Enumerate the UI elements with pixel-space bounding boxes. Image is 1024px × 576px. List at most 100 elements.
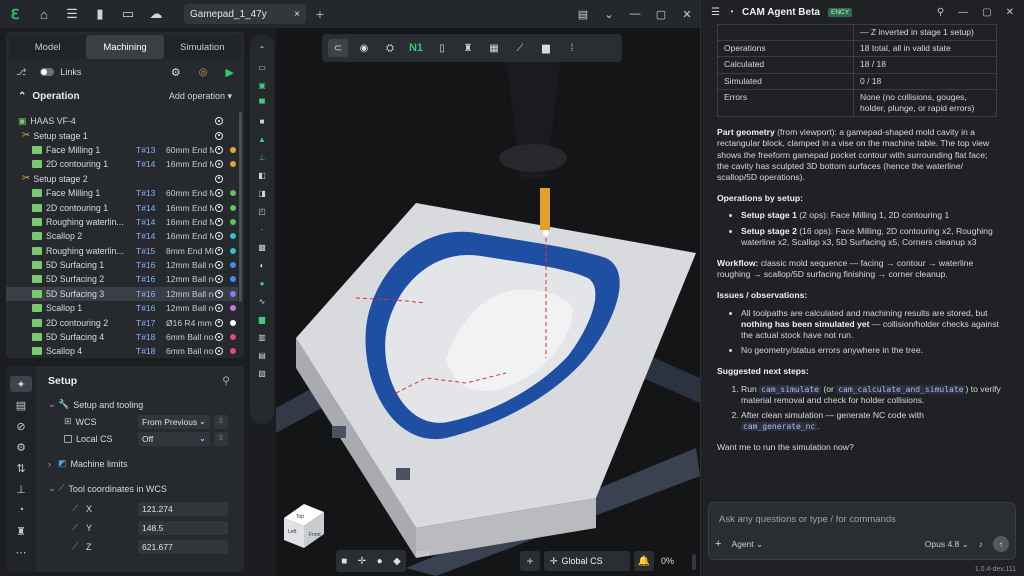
play-icon[interactable]: ▶ [226, 66, 234, 79]
wcs-select[interactable]: From Previous ⌄ [138, 414, 210, 429]
visibility-icon[interactable] [215, 160, 223, 169]
machine-limits-group[interactable]: › ◩ Machine limits [42, 455, 244, 472]
toolpath-icon[interactable]: ◉ [354, 39, 374, 57]
local-cs-checkbox[interactable] [64, 434, 72, 443]
tool-library-icon[interactable]: ♜ [458, 39, 478, 57]
3d-viewport[interactable]: Top Front Left G54 ⊂ ◉ ⛭ N1 ▯ ♜ ▦ ⟋ ▆ ⁞ … [276, 28, 700, 576]
part-icon[interactable]: ■ [254, 114, 270, 128]
minimize-icon[interactable]: — [958, 7, 968, 18]
local-cs-pick-button[interactable]: ⁞⁞ [214, 431, 228, 446]
cloud-icon[interactable]: ☁ [142, 0, 170, 28]
face-mill-icon[interactable]: ▀ [254, 96, 270, 110]
table-row[interactable]: 2D contouring 1 T#14 16mm End Mill [6, 200, 238, 214]
feeds-icon[interactable]: ⇅ [10, 460, 32, 476]
fixture-icon[interactable]: ▲ [254, 132, 270, 146]
menu-icon[interactable]: ☰ [58, 0, 86, 28]
report-icon[interactable]: ▧ [254, 366, 270, 380]
book-icon[interactable]: ▥ [254, 330, 270, 344]
attach-icon[interactable]: + [715, 538, 721, 550]
visibility-icon[interactable] [215, 347, 223, 356]
visibility-icon[interactable] [215, 145, 223, 154]
wave-icon[interactable]: ∿ [254, 294, 270, 308]
grid-icon[interactable]: ⁞ [562, 39, 582, 57]
machine-row[interactable]: ▣ HAAS VF-4 [6, 114, 238, 128]
tree-scrollbar[interactable] [239, 112, 242, 302]
report-icon[interactable]: ▦ [484, 39, 504, 57]
notifications-icon[interactable]: 🔔 [634, 551, 654, 571]
setup-icon[interactable]: ✦ [10, 376, 32, 392]
circle-tool-icon[interactable]: ● [254, 276, 270, 290]
history-icon[interactable]: ◔ [728, 7, 734, 18]
history-icon[interactable]: ◔ [10, 502, 32, 518]
close-icon[interactable]: ✕ [674, 8, 700, 21]
table-row[interactable]: Scallop 2 T#14 16mm End Mill [6, 229, 238, 243]
wcs-pick-button[interactable]: ⁞⁞ [214, 414, 228, 429]
add-operation-button[interactable]: Add operation ▾ [169, 91, 232, 102]
select-icon[interactable]: ⊂ [328, 39, 348, 57]
close-icon[interactable]: ✕ [1006, 7, 1014, 18]
visibility-icon[interactable] [215, 217, 223, 226]
table-row[interactable]: Scallop 4 T#18 6mm Ball nose [6, 344, 238, 358]
visibility-icon[interactable] [215, 304, 223, 313]
model-select[interactable]: Opus 4.8 ⌄ [925, 539, 969, 550]
visibility-icon[interactable] [215, 333, 223, 342]
add-cs-button[interactable]: + [520, 551, 540, 571]
visibility-icon[interactable] [215, 117, 223, 126]
chevron-up-icon[interactable]: ⌃ [254, 42, 270, 56]
table-row[interactable]: 5D Surfacing 4 T#18 6mm Ball nose [6, 330, 238, 344]
table-row[interactable]: Face Milling 1 T#13 60mm End Mill [6, 143, 238, 157]
setup-tool-icon[interactable]: ▣ [254, 78, 270, 92]
layer-icon[interactable]: ▤ [254, 348, 270, 362]
stock-tool-icon[interactable]: ▭ [254, 60, 270, 74]
sphere-icon[interactable]: ● [377, 556, 383, 567]
table-row[interactable]: 5D Surfacing 2 T#16 12mm Ball nose [6, 272, 238, 286]
gear-icon[interactable]: ⚙ [171, 66, 181, 79]
pocket-icon[interactable]: ◧ [254, 168, 270, 182]
visibility-icon[interactable] [215, 189, 223, 198]
search-icon[interactable]: ⚲ [222, 375, 230, 387]
axes-icon[interactable]: ✛ [358, 556, 366, 567]
collapse-icon[interactable]: ⌃ [18, 91, 26, 102]
hole-icon[interactable]: ◨ [254, 186, 270, 200]
stock-icon[interactable]: ▤ [10, 397, 32, 413]
target-icon[interactable]: ◎ [199, 67, 208, 78]
maximize-icon[interactable]: ▢ [982, 7, 991, 18]
table-row[interactable]: 5D Surfacing 1 T#16 12mm Ball nose [6, 258, 238, 272]
microphone-icon[interactable]: ♪ [979, 539, 983, 549]
mode-select[interactable]: Agent ⌄ [731, 539, 763, 550]
table-row[interactable]: 2D contouring 1 T#14 16mm End Mill [6, 157, 238, 171]
machine-view-icon[interactable]: ⛭ [380, 39, 400, 57]
tool-icon[interactable]: ⊘ [10, 418, 32, 434]
pattern-icon[interactable]: ▩ [254, 240, 270, 254]
setup-stage-row[interactable]: ✂ Setup stage 2 [6, 172, 238, 186]
table-row[interactable]: Roughing waterlin... T#15 8mm End Mill [6, 244, 238, 258]
new-file-icon[interactable]: ▮ [86, 0, 114, 28]
turning-icon[interactable]: ◐ [254, 258, 270, 272]
drill-icon[interactable]: ⊥ [254, 150, 270, 164]
tool-coords-group[interactable]: ⌄ ⟋ Tool coordinates in WCS [42, 480, 244, 497]
table-row[interactable]: Face Milling 1 T#13 60mm End Mill [6, 186, 238, 200]
cube-icon[interactable]: ◰ [254, 204, 270, 218]
gear-icon[interactable]: ⚙ [10, 439, 32, 455]
visibility-icon[interactable] [215, 246, 223, 255]
visibility-icon[interactable] [215, 318, 223, 327]
chat-toggle-icon[interactable]: ▤ [570, 8, 596, 21]
tab-model[interactable]: Model [9, 35, 86, 59]
visibility-icon[interactable] [215, 174, 223, 183]
holder-icon[interactable]: ♜ [10, 523, 32, 539]
stop-icon[interactable]: ■ [341, 556, 347, 567]
visibility-icon[interactable] [215, 261, 223, 270]
visibility-icon[interactable] [215, 203, 223, 212]
links-toggle[interactable] [40, 68, 55, 76]
tab-simulation[interactable]: Simulation [164, 35, 241, 59]
pin-icon[interactable]: ⚲ [937, 7, 944, 18]
surface-icon[interactable]: ▆ [254, 312, 270, 326]
table-row[interactable]: Scallop 1 T#16 12mm Ball nose [6, 301, 238, 315]
spindle-icon[interactable]: ⊥ [10, 481, 32, 497]
close-tab-icon[interactable]: × [294, 9, 300, 20]
chat-input[interactable]: Ask any questions or type / for commands… [708, 502, 1016, 560]
new-doc-icon[interactable]: ▯ [432, 39, 452, 57]
visibility-icon[interactable] [215, 131, 223, 140]
more-icon[interactable]: ⋯ [10, 544, 32, 560]
cs-select[interactable]: ✛ Global CS [544, 551, 630, 571]
